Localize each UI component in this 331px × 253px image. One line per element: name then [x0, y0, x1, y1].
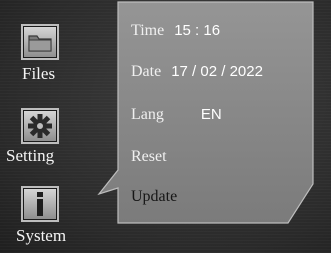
sidebar-item-label: Setting — [6, 146, 55, 165]
date-label: Date — [131, 63, 162, 80]
date-value: 17 / 02 / 2022 — [171, 63, 263, 80]
sidebar-item-label: System — [16, 226, 67, 245]
info-icon — [21, 186, 59, 222]
sidebar-item-files[interactable]: Files — [0, 20, 110, 90]
lang-value: EN — [200, 106, 222, 123]
time-label: Time — [131, 22, 165, 39]
lang-row[interactable]: Lang EN — [131, 106, 222, 124]
folder-icon — [21, 24, 59, 60]
gear-icon — [21, 108, 59, 144]
time-value: 15 : 16 — [174, 22, 221, 39]
device-screen: Files Setting System Time 15: 16 Date 1… — [0, 0, 331, 253]
sidebar-item-label: Files — [22, 64, 56, 83]
update-label: Update — [131, 188, 178, 205]
reset-label: Reset — [131, 148, 167, 165]
time-row[interactable]: Time 15 : 16 — [131, 22, 220, 40]
settings-panel: Time 15 : 16 Date 17 / 02 / 2022 Lang EN… — [96, 0, 331, 253]
lang-label: Lang — [131, 106, 164, 123]
sidebar-item-system[interactable]: System — [0, 180, 110, 253]
sidebar-item-setting[interactable]: Setting — [0, 102, 110, 172]
date-row[interactable]: Date 17 / 02 / 2022 — [131, 63, 263, 81]
update-row[interactable]: Update — [131, 188, 177, 206]
reset-row[interactable]: Reset — [131, 148, 167, 166]
